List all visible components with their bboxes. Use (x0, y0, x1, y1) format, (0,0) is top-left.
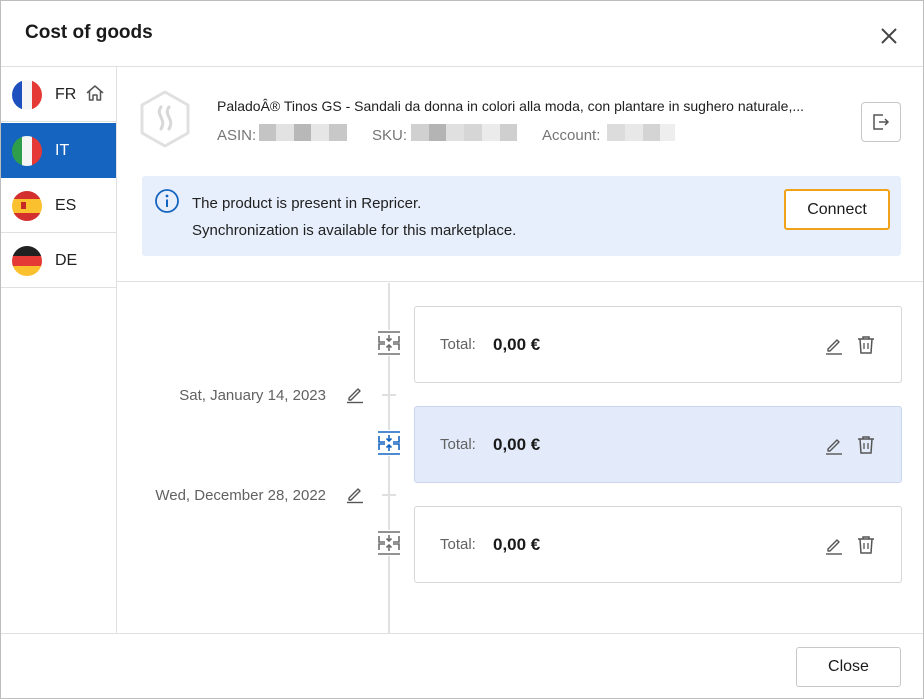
edit-icon[interactable] (823, 334, 845, 356)
delete-icon[interactable] (855, 534, 877, 556)
edit-icon[interactable] (823, 534, 845, 556)
dialog-title: Cost of goods (25, 22, 153, 43)
product-logo-icon (140, 90, 190, 148)
italy-flag-icon (12, 136, 42, 166)
total-label: Total: (440, 536, 476, 553)
asin-value-redacted (259, 124, 347, 141)
home-icon (86, 85, 104, 101)
marketplace-tab-it[interactable]: IT (1, 123, 116, 178)
marketplace-label: DE (55, 252, 78, 269)
cost-of-goods-dialog: Cost of goods FR IT ES DE PaladoÂ® Tinos… (0, 0, 924, 699)
period-date: Sat, January 14, 2023 (179, 387, 326, 404)
product-name: PaladoÂ® Tinos GS - Sandali da donna in … (217, 98, 805, 114)
timeline-tick (382, 394, 396, 396)
export-button[interactable] (861, 102, 901, 142)
total-label: Total: (440, 336, 476, 353)
asin-label: ASIN: (217, 127, 257, 144)
marketplace-tab-de[interactable]: DE (1, 233, 116, 288)
sku-label: SKU: (372, 127, 408, 144)
alert-message-primary: The product is present in Repricer. (192, 195, 422, 212)
product-panel: PaladoÂ® Tinos GS - Sandali da donna in … (117, 67, 923, 282)
info-icon (155, 189, 179, 213)
edit-date-icon[interactable] (345, 484, 365, 504)
split-period-icon[interactable] (376, 330, 402, 356)
delete-icon[interactable] (855, 434, 877, 456)
edit-icon[interactable] (823, 434, 845, 456)
split-period-icon[interactable] (376, 430, 402, 456)
delete-icon[interactable] (855, 334, 877, 356)
close-icon[interactable] (878, 25, 900, 47)
dialog-footer: Close (1, 633, 923, 698)
repricer-alert: The product is present in Repricer. Sync… (142, 176, 901, 256)
germany-flag-icon (12, 246, 42, 276)
total-label: Total: (440, 436, 476, 453)
marketplace-label: FR (55, 86, 77, 103)
marketplace-sidebar: FR IT ES DE (1, 67, 117, 633)
marketplace-label: IT (55, 142, 70, 159)
total-value: 0,00 € (493, 535, 541, 554)
marketplace-label: ES (55, 197, 77, 214)
sku-value-redacted (411, 124, 517, 141)
connect-button[interactable]: Connect (784, 189, 890, 230)
france-flag-icon (12, 80, 42, 110)
cost-entry-card[interactable]: Total: 0,00 € (414, 306, 902, 383)
edit-date-icon[interactable] (345, 384, 365, 404)
timeline-tick (382, 494, 396, 496)
marketplace-tab-es[interactable]: ES (1, 178, 116, 233)
alert-message-secondary: Synchronization is available for this ma… (192, 222, 517, 239)
total-value: 0,00 € (493, 335, 541, 354)
cost-entry-card-selected[interactable]: Total: 0,00 € (414, 406, 902, 483)
account-value-redacted (607, 124, 675, 141)
period-date: Wed, December 28, 2022 (155, 487, 326, 504)
marketplace-tab-fr[interactable]: FR (1, 67, 116, 122)
split-period-icon[interactable] (376, 530, 402, 556)
dialog-header: Cost of goods (1, 1, 923, 67)
cost-entry-card[interactable]: Total: 0,00 € (414, 506, 902, 583)
account-label: Account: (542, 127, 601, 144)
close-button[interactable]: Close (796, 647, 901, 687)
spain-flag-icon (12, 191, 42, 221)
total-value: 0,00 € (493, 435, 541, 454)
export-icon (873, 114, 890, 130)
